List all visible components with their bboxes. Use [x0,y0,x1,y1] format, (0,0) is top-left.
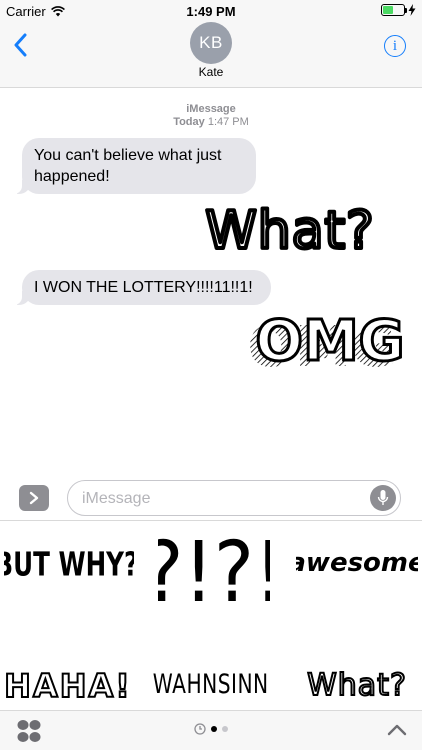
chevron-right-icon [29,491,39,505]
back-button[interactable] [8,30,32,60]
recents-clock-icon[interactable] [194,723,206,735]
dictation-button[interactable] [370,485,396,511]
chevron-left-icon [14,33,27,57]
sticker-what[interactable]: What? [296,661,418,705]
sticker-label: WAHNSINN [153,668,269,699]
time-label: 1:47 PM [207,116,249,128]
charging-bolt-icon [408,4,416,16]
info-icon: i [392,37,398,54]
conversation-timestamp: iMessage Today 1:47 PM [0,103,422,129]
avatar[interactable]: KB [190,22,232,64]
sticker-message-what[interactable]: What? [170,198,410,260]
chevron-up-icon [387,724,407,736]
sticker-text: OMG [255,312,404,374]
status-bar: Carrier 1:49 PM [0,0,422,22]
day-label: Today [173,116,205,128]
microphone-icon [377,490,389,505]
sticker-message-omg[interactable]: OMG OMG [240,312,412,374]
message-input-placeholder: iMessage [82,490,151,507]
sticker-haha[interactable]: HAHA! [4,661,132,707]
expand-drawer-button[interactable] [386,721,408,739]
sticker-label: BUT WHY? [4,545,134,584]
sticker-label: HAHA! [4,667,132,705]
sticker-text: What? [205,201,374,260]
sticker-but-why[interactable]: BUT WHY? [4,539,134,587]
conversation-header: Carrier 1:49 PM KB Kate i [0,0,422,88]
sticker-drawer: BUT WHY? ?!?! awesome HAHA! WAHNSINN Wha… [0,520,422,710]
page-indicator[interactable] [0,723,422,735]
drawer-bottom-bar [0,710,422,750]
sticker-awesome[interactable]: awesome [296,541,418,585]
message-input[interactable]: iMessage [67,480,401,516]
sticker-label: ?!?! [158,523,270,613]
clock: 1:49 PM [186,4,236,19]
sticker-wahnsinn[interactable]: WAHNSINN [150,663,272,703]
service-label: iMessage [186,103,236,115]
message-bubble[interactable]: You can't believe what just happened! [13,138,256,194]
info-button[interactable]: i [384,35,406,57]
message-bubble[interactable]: I WON THE LOTTERY!!!!11!!1! [13,270,271,305]
sticker-interrobang[interactable]: ?!?! [158,521,270,613]
sticker-label: What? [307,668,407,703]
page-dot-active[interactable] [211,726,217,732]
app-drawer-toggle-button[interactable] [19,485,49,511]
contact-name[interactable]: Kate [0,65,422,79]
sticker-label: awesome [296,548,418,578]
battery-icon [381,4,407,16]
page-dot[interactable] [222,726,228,732]
